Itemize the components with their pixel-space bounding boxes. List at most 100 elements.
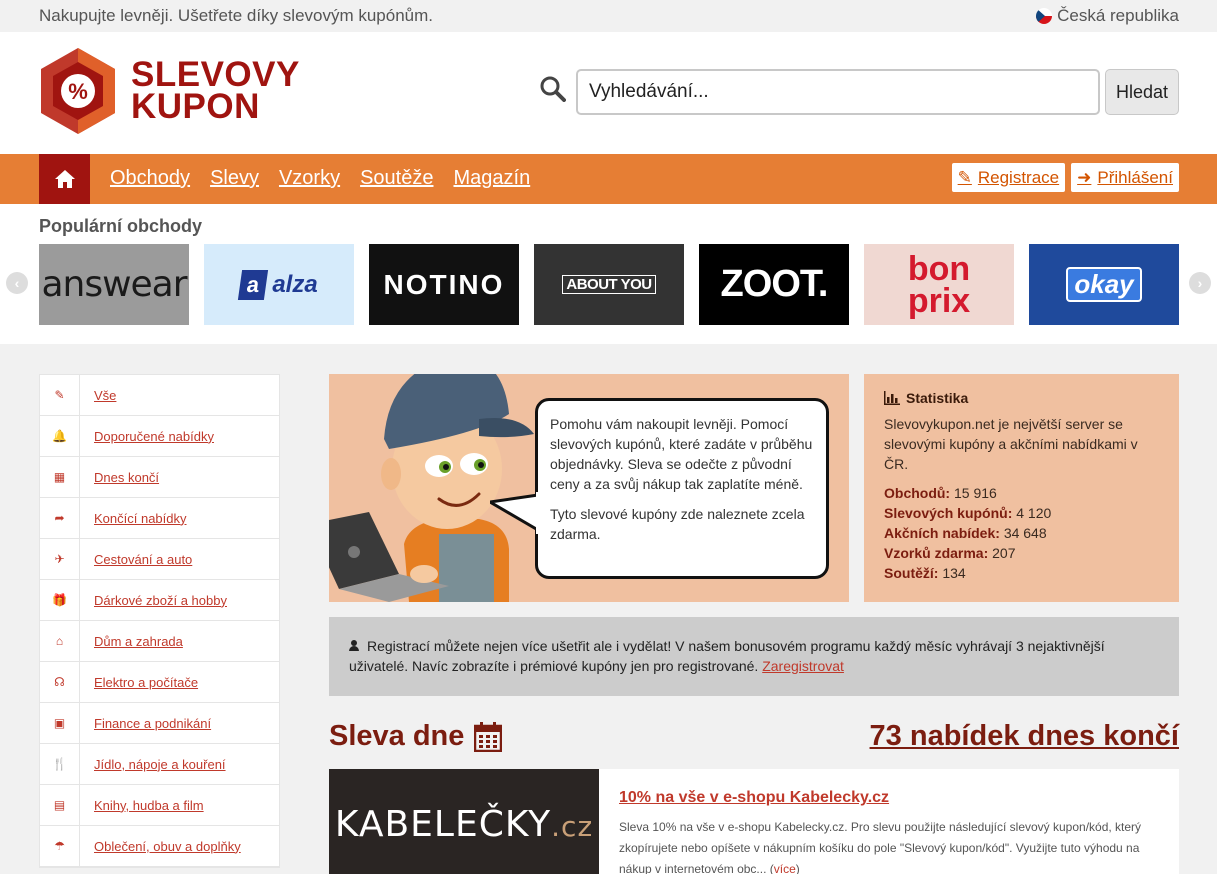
category-item[interactable]: 🎁 Dárkové zboží a hobby: [40, 579, 279, 621]
nav-slevy[interactable]: Slevy: [210, 167, 259, 190]
nav-vzorky[interactable]: Vzorky: [279, 167, 340, 190]
category-item[interactable]: ✎ Vše: [40, 374, 279, 416]
notice-text: Registrací můžete nejen více ušetřit ale…: [349, 638, 1105, 674]
category-icon: ▦: [40, 456, 80, 498]
carousel-prev-button[interactable]: ‹: [6, 272, 28, 294]
category-label: Vše: [94, 387, 117, 403]
home-icon: [54, 170, 75, 188]
speech-bubble: Pomohu vám nakoupit levněji. Pomocí slev…: [535, 398, 829, 579]
stat-row: Obchodů: 15 916: [884, 483, 1159, 503]
home-button[interactable]: [39, 154, 90, 204]
store-aboutyou-logo: ABOUT YOU: [562, 275, 656, 294]
carousel-next-button[interactable]: ›: [1189, 272, 1211, 294]
store-bonprix-logo: bon prix: [907, 249, 971, 320]
login-label: Přihlášení: [1097, 167, 1173, 187]
store-notino[interactable]: NOTINO: [369, 244, 519, 325]
category-item[interactable]: ☊ Elektro a počítače: [40, 661, 279, 703]
store-alza-logo: alza: [272, 270, 318, 298]
category-label: Dům a zahrada: [94, 633, 183, 649]
intro-text-1: Pomohu vám nakoupit levněji. Pomocí slev…: [550, 416, 813, 492]
category-item[interactable]: ▣ Finance a podnikání: [40, 702, 279, 744]
registration-notice: Registrací můžete nejen více ušetřit ale…: [329, 617, 1179, 696]
category-label: Dárkové zboží a hobby: [94, 592, 227, 608]
category-item[interactable]: 🍴 Jídlo, nápoje a kouření: [40, 743, 279, 785]
tagline: Nakupujte levněji. Ušetřete díky slevový…: [39, 6, 434, 25]
stat-label: Akčních nabídek:: [884, 525, 1000, 541]
deal-title[interactable]: 10% na vše v e-shopu Kabelecky.cz: [619, 789, 889, 807]
logo-line-2: KUPON: [131, 87, 260, 126]
country-selector[interactable]: Česká republika: [1036, 6, 1179, 26]
popular-stores: Populární obchody answear a alza NOTINO …: [0, 204, 1217, 344]
intro-text-2: Tyto slevové kupóny zde naleznete zcela …: [550, 506, 805, 542]
register-notice-link[interactable]: Zaregistrovat: [762, 658, 844, 674]
statistics-panel: Statistika Slevovykupon.net je největší …: [864, 374, 1179, 602]
category-icon: ⌂: [40, 620, 80, 662]
category-label: Jídlo, nápoje a kouření: [94, 756, 226, 772]
category-item[interactable]: 🔔 Doporučené nabídky: [40, 415, 279, 457]
register-label: Registrace: [977, 167, 1060, 187]
category-label: Oblečení, obuv a doplňky: [94, 838, 241, 854]
stat-value: 15 916: [954, 485, 997, 501]
category-item[interactable]: ▦ Dnes končí: [40, 456, 279, 498]
nav-souteze[interactable]: Soutěže: [360, 167, 433, 190]
sign-in-icon: ➜: [1077, 167, 1092, 187]
czech-flag-icon: [1036, 8, 1053, 24]
deal-of-day-title: Sleva dne: [329, 720, 465, 752]
header: % SLEVOVY KUPON Hledat: [0, 32, 1217, 154]
category-icon: ➦: [40, 497, 80, 539]
category-icon: 🍴: [40, 743, 80, 785]
category-item[interactable]: ▤ Knihy, hudba a film: [40, 784, 279, 826]
stat-label: Slevových kupónů:: [884, 505, 1013, 521]
stat-row: Slevových kupónů: 4 120: [884, 503, 1159, 523]
search-icon: [540, 76, 566, 102]
store-aboutyou[interactable]: ABOUT YOU: [534, 244, 684, 325]
store-notino-logo: NOTINO: [383, 268, 505, 300]
deal-of-day-header: Sleva dne 73 nabídek dnes končí: [329, 718, 1179, 758]
stat-row: Akčních nabídek: 34 648: [884, 523, 1159, 543]
search-input[interactable]: [576, 69, 1100, 115]
register-link[interactable]: ✎ Registrace: [951, 163, 1066, 192]
stat-row: Soutěží: 134: [884, 563, 1159, 583]
site-logo[interactable]: % SLEVOVY KUPON: [39, 46, 300, 136]
store-okay[interactable]: okay: [1029, 244, 1179, 325]
ending-today-link[interactable]: 73 nabídek dnes končí: [870, 720, 1179, 753]
stat-value: 4 120: [1016, 505, 1052, 521]
stats-rows: Obchodů: 15 916 Slevových kupónů: 4 120 Ak…: [884, 483, 1159, 583]
category-label: Končící nabídky: [94, 510, 187, 526]
stat-value: 34 648: [1003, 525, 1047, 541]
user-icon: [349, 640, 359, 651]
stat-value: 207: [992, 545, 1016, 561]
store-alza[interactable]: a alza: [204, 244, 354, 325]
store-answear[interactable]: answear: [39, 244, 189, 325]
category-item[interactable]: ⌂ Dům a zahrada: [40, 620, 279, 662]
category-item[interactable]: ✈ Cestování a auto: [40, 538, 279, 580]
nav-obchody[interactable]: Obchody: [110, 167, 190, 190]
stats-heading: Statistika: [884, 390, 1159, 406]
store-zoot[interactable]: ZOOT.: [699, 244, 849, 325]
stat-label: Obchodů:: [884, 485, 951, 501]
category-item[interactable]: ➦ Končící nabídky: [40, 497, 279, 539]
category-label: Finance a podnikání: [94, 715, 212, 731]
category-item[interactable]: ☂ Oblečení, obuv a doplňky: [40, 825, 279, 867]
bubble-tail: [490, 492, 540, 534]
deal-text: Sleva 10% na vše v e-shopu Kabelecky.cz.…: [619, 820, 1142, 874]
login-link[interactable]: ➜ Přihlášení: [1071, 163, 1179, 192]
stat-label: Vzorků zdarma:: [884, 545, 989, 561]
category-icon: 🎁: [40, 579, 80, 621]
svg-text:%: %: [68, 79, 88, 104]
search-button[interactable]: Hledat: [1105, 69, 1179, 115]
logo-text: SLEVOVY KUPON: [131, 57, 300, 126]
store-bonprix[interactable]: bon prix: [864, 244, 1014, 325]
country-label: Česká republika: [1057, 6, 1179, 25]
calendar-icon: [474, 721, 503, 752]
deal-more-link[interactable]: více: [774, 862, 796, 874]
auth-links: ✎ Registrace ➜ Přihlášení: [951, 163, 1179, 192]
stat-row: Vzorků zdarma: 207: [884, 543, 1159, 563]
bar-chart-icon: [884, 391, 900, 405]
deal-image[interactable]: KABELEČKY.cz: [329, 769, 599, 874]
stats-title: Statistika: [906, 390, 969, 406]
category-icon: ▤: [40, 784, 80, 826]
logo-percent-icon: %: [41, 48, 115, 134]
category-sidebar: ✎ Vše 🔔 Doporučené nabídky ▦ Dnes končí ➦ Končí…: [39, 374, 280, 868]
nav-magazin[interactable]: Magazín: [453, 167, 530, 190]
